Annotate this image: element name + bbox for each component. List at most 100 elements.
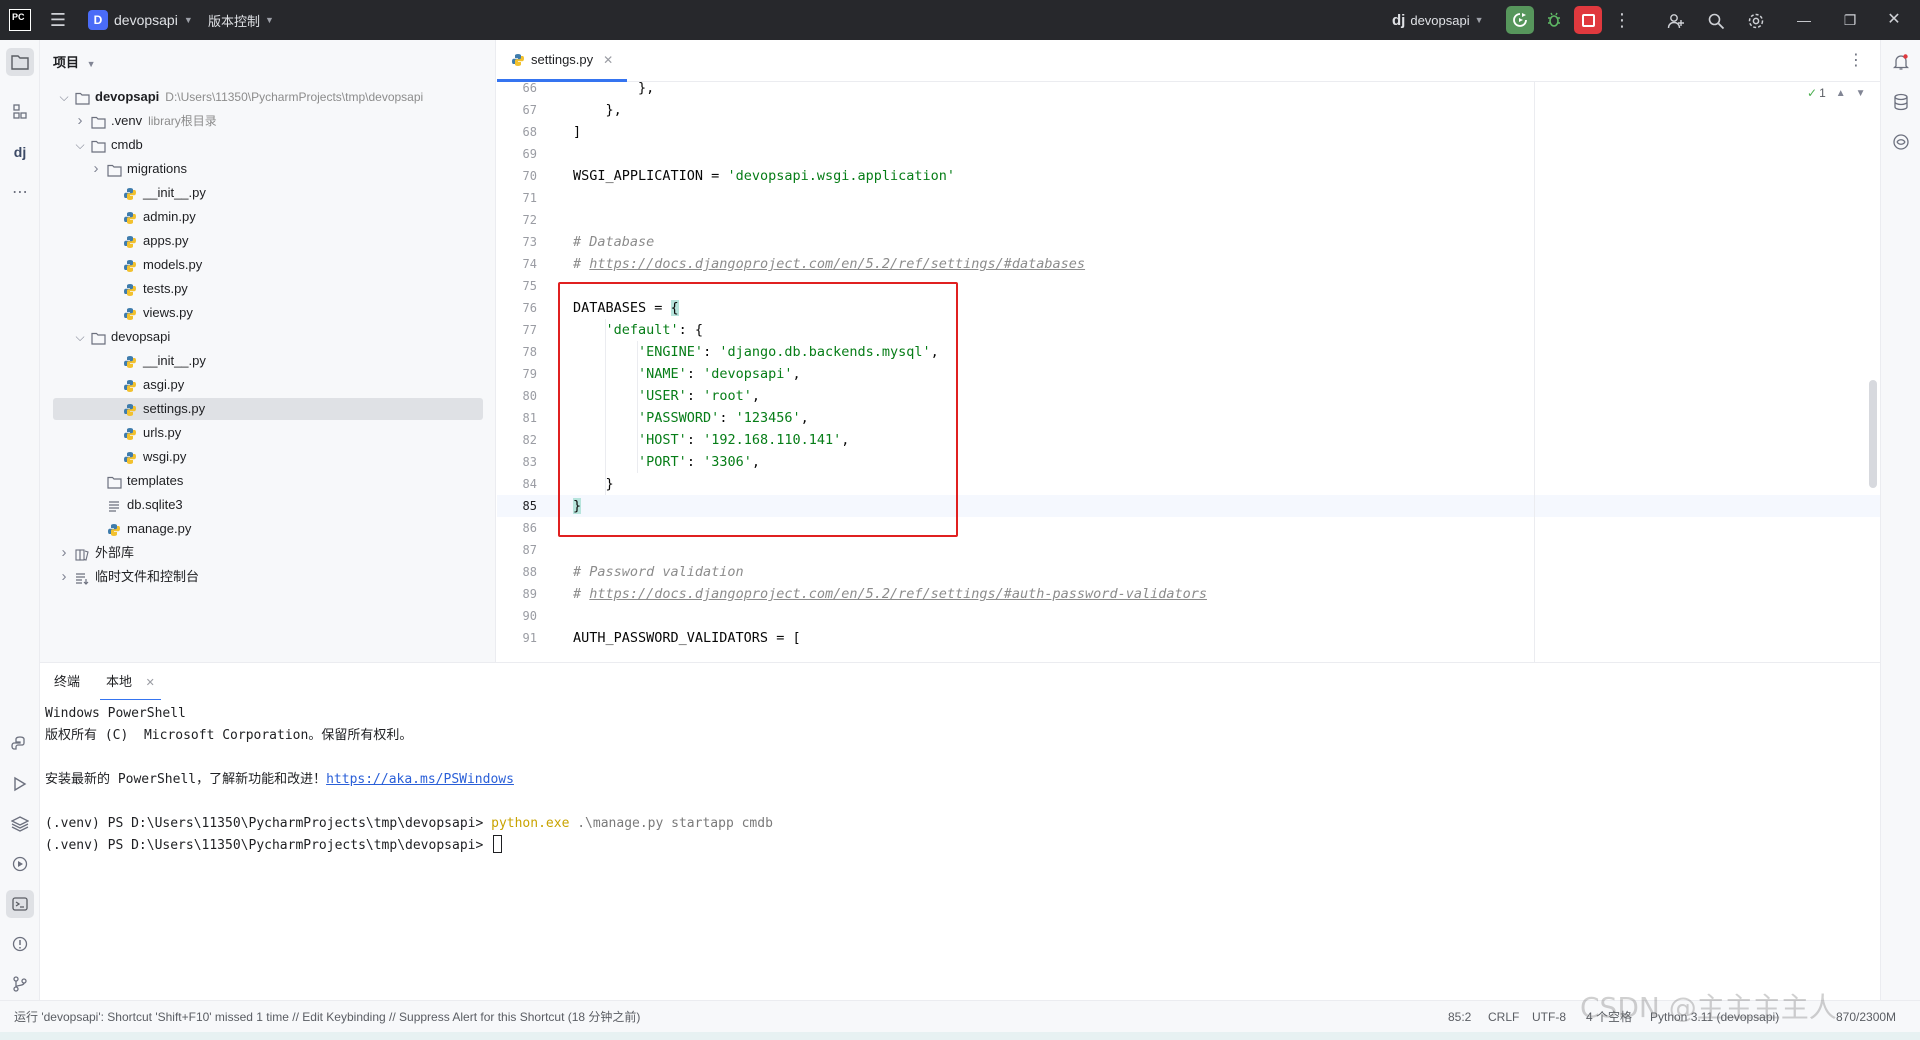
editor-tab-label: settings.py [531,52,594,67]
tree-item[interactable]: › 临时文件和控制台 [53,566,483,588]
python-console-button[interactable] [6,730,34,758]
tree-item-label: __init__.py [143,182,206,204]
tree-item-label: 外部库 [95,542,134,564]
caret-position[interactable]: 85:2 [1448,1001,1471,1033]
rerun-button[interactable] [1506,6,1534,34]
structure-tool-button[interactable] [6,98,34,126]
more-icon[interactable]: ⋮ [1606,0,1638,40]
line-number: 70 [522,169,537,183]
tree-item[interactable]: manage.py [53,518,483,540]
chevron-right-icon[interactable]: › [57,542,71,564]
chevron-down-icon[interactable]: ⌵ [73,134,87,156]
line-number: 67 [522,103,537,117]
chevron-down-icon[interactable]: ⌵ [73,326,87,348]
tree-item-name: cmdb [111,137,143,152]
tree-item[interactable]: settings.py [53,398,483,420]
tree-item[interactable]: ⌵ devopsapi [53,326,483,348]
editor-scrollbar[interactable] [1869,380,1877,488]
chevron-down-icon[interactable]: ▼ [1856,88,1866,99]
services-icon [12,856,28,872]
close-icon[interactable]: ✕ [1878,0,1910,40]
tree-item[interactable]: __init__.py [53,350,483,372]
line-number: 76 [522,301,537,315]
tree-item[interactable]: wsgi.py [53,446,483,468]
run-config-name: devopsapi [1410,12,1470,28]
hamburger-menu-icon[interactable]: ☰ [42,0,74,40]
tree-item[interactable]: views.py [53,302,483,324]
django-structure-tool-button[interactable]: dj [6,138,34,166]
line-separator[interactable]: CRLF [1488,1001,1519,1033]
git-tool-button[interactable] [6,970,34,998]
gear-icon[interactable] [1740,0,1772,40]
app-logo[interactable]: PC [9,9,31,31]
debug-button[interactable] [1540,6,1568,34]
tree-item-label: db.sqlite3 [127,494,183,516]
add-user-icon[interactable] [1660,0,1692,40]
terminal-tool-button[interactable] [6,890,34,918]
code-line: AUTH_PASSWORD_VALIDATORS = [ [573,630,801,646]
line-number: 82 [522,433,537,447]
tree-item[interactable]: › .venv library根目录 [53,110,483,132]
folder-icon [91,330,106,345]
editor-tab-settings[interactable]: settings.py ✕ [497,40,628,82]
memory-indicator[interactable]: 870/2300M [1836,1001,1896,1033]
layers-tool-button[interactable] [6,810,34,838]
chevron-right-icon[interactable]: › [89,158,103,180]
tree-item[interactable]: models.py [53,254,483,276]
chevron-right-icon[interactable]: › [73,110,87,132]
search-icon[interactable] [1700,0,1732,40]
minimize-icon[interactable]: — [1788,0,1820,40]
code-line: }, [573,102,622,118]
code-line: WSGI_APPLICATION = 'devopsapi.wsgi.appli… [573,168,956,184]
tree-item[interactable]: urls.py [53,422,483,444]
chevron-up-icon[interactable]: ▲ [1836,88,1846,99]
tree-item[interactable]: tests.py [53,278,483,300]
scratch-files-icon [75,570,90,585]
tree-item[interactable]: › migrations [53,158,483,180]
file-encoding[interactable]: UTF-8 [1532,1001,1566,1033]
restore-icon[interactable]: ❐ [1834,0,1866,40]
chevron-down-icon[interactable]: ⌵ [57,86,71,108]
database-button[interactable] [1887,88,1915,116]
project-tool-button[interactable] [6,48,34,76]
tree-item[interactable]: admin.py [53,206,483,228]
more-tools-button[interactable]: ⋯ [6,178,34,206]
tree-item-name: __init__.py [143,353,206,368]
terminal-prompt: (.venv) PS D:\Users\11350\PycharmProject… [45,838,492,853]
vcs-menu[interactable]: 版本控制 ▼ [208,9,274,31]
problems-tool-button[interactable] [6,930,34,958]
powershell-link[interactable]: https://aka.ms/PSWindows [326,772,514,787]
status-message[interactable]: 运行 'devopsapi': Shortcut 'Shift+F10' mis… [14,1001,640,1033]
services-tool-button[interactable] [6,850,34,878]
tree-item[interactable]: ⌵ devopsapi D:\Users\11350\PycharmProjects… [53,86,483,108]
project-panel-header[interactable]: 项目 ▼ [53,52,96,71]
tree-item[interactable]: ⌵ cmdb [53,134,483,156]
ai-assistant-button[interactable] [1887,128,1915,156]
run-tool-button[interactable] [6,770,34,798]
close-tab-icon[interactable]: ✕ [146,677,155,689]
notifications-button[interactable] [1887,48,1915,76]
python-file-icon [107,522,122,536]
editor-more-icon[interactable]: ⋮ [1848,40,1864,82]
tree-item[interactable]: apps.py [53,230,483,252]
folder-icon [107,474,122,489]
run-config-selector[interactable]: dj devopsapi ▼ [1392,9,1484,31]
tree-item[interactable]: templates [53,470,483,492]
terminal-tab-local[interactable]: 本地 ✕ [100,663,161,701]
stop-button[interactable] [1574,6,1602,34]
stop-icon [1581,13,1595,27]
line-number: 75 [522,279,537,293]
tree-item[interactable]: __init__.py [53,182,483,204]
structure-icon [13,104,27,119]
python-file-icon [123,354,138,368]
python-file-icon [123,234,138,248]
chevron-right-icon[interactable]: › [57,566,71,588]
tree-item[interactable]: › 外部库 [53,542,483,564]
close-tab-icon[interactable]: ✕ [603,53,613,67]
terminal-output[interactable]: Windows PowerShell 版权所有 (C) Microsoft Co… [40,700,1880,1000]
project-switcher[interactable]: D devopsapi ▼ [88,9,193,31]
inspection-widget[interactable]: ✓ 1 ▲ ▼ [1807,86,1866,100]
tree-item[interactable]: db.sqlite3 [53,494,483,516]
tree-item[interactable]: asgi.py [53,374,483,396]
terminal-title[interactable]: 终端 [48,663,86,701]
